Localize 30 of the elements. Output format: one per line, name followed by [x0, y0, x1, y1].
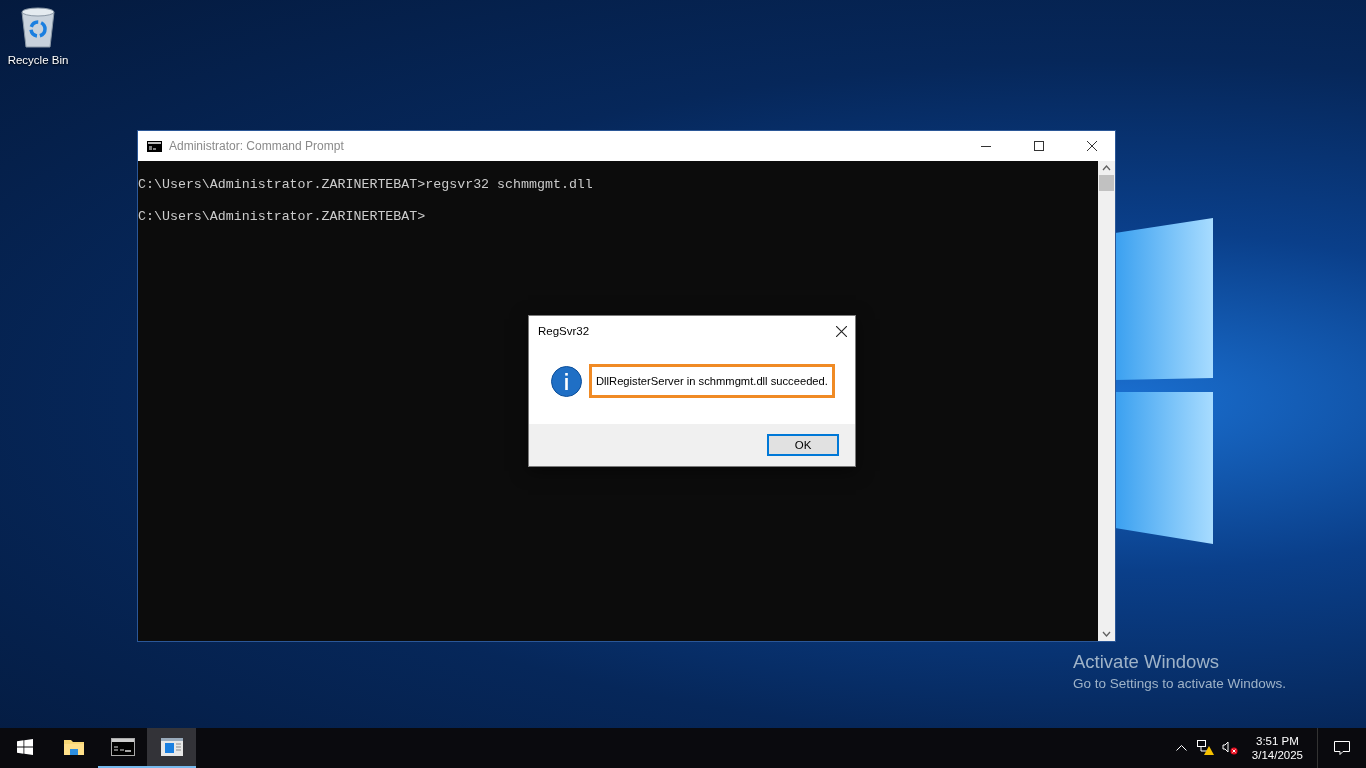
window-title: Administrator: Command Prompt [169, 139, 345, 153]
console-line: C:\Users\Administrator.ZARINERTEBAT>regsvr32 schmmgmt.dll [138, 177, 593, 193]
dialog-window-icon [160, 738, 183, 756]
minimize-icon [981, 145, 991, 147]
taskbar-app-button[interactable] [147, 728, 196, 768]
recycle-bin-icon[interactable] [19, 6, 57, 48]
activation-title: Activate Windows [1073, 651, 1220, 673]
info-icon [551, 365, 582, 397]
network-warning-icon [1196, 740, 1215, 756]
dialog-message: DllRegisterServer in schmmgmt.dll succeeded. [589, 364, 835, 398]
ok-button[interactable]: OK [767, 434, 839, 456]
terminal-icon [147, 140, 162, 152]
close-icon[interactable] [836, 325, 847, 337]
close-icon [1087, 141, 1097, 151]
maximize-icon [1034, 141, 1044, 151]
scrollbar[interactable] [1098, 161, 1115, 641]
folder-icon [62, 737, 85, 757]
clock-time: 3:51 PM [1256, 735, 1299, 747]
clock-date: 3/14/2025 [1251, 749, 1303, 761]
caret-up-icon [1176, 745, 1188, 751]
activation-subtitle: Go to Settings to activate Windows. [1073, 676, 1287, 691]
clock[interactable]: 3:51 PM 3/14/2025 [1241, 735, 1311, 761]
windows-start-icon [16, 739, 33, 755]
speaker-muted-icon [1221, 741, 1238, 755]
terminal-icon [110, 738, 135, 756]
speech-bubble-icon [1334, 740, 1350, 756]
desktop-icon-label[interactable]: Recycle Bin [7, 54, 69, 66]
console-line: C:\Users\Administrator.ZARINERTEBAT> [138, 209, 426, 225]
dialog-title: RegSvr32 [538, 325, 590, 337]
scroll-thumb[interactable] [1099, 175, 1114, 191]
